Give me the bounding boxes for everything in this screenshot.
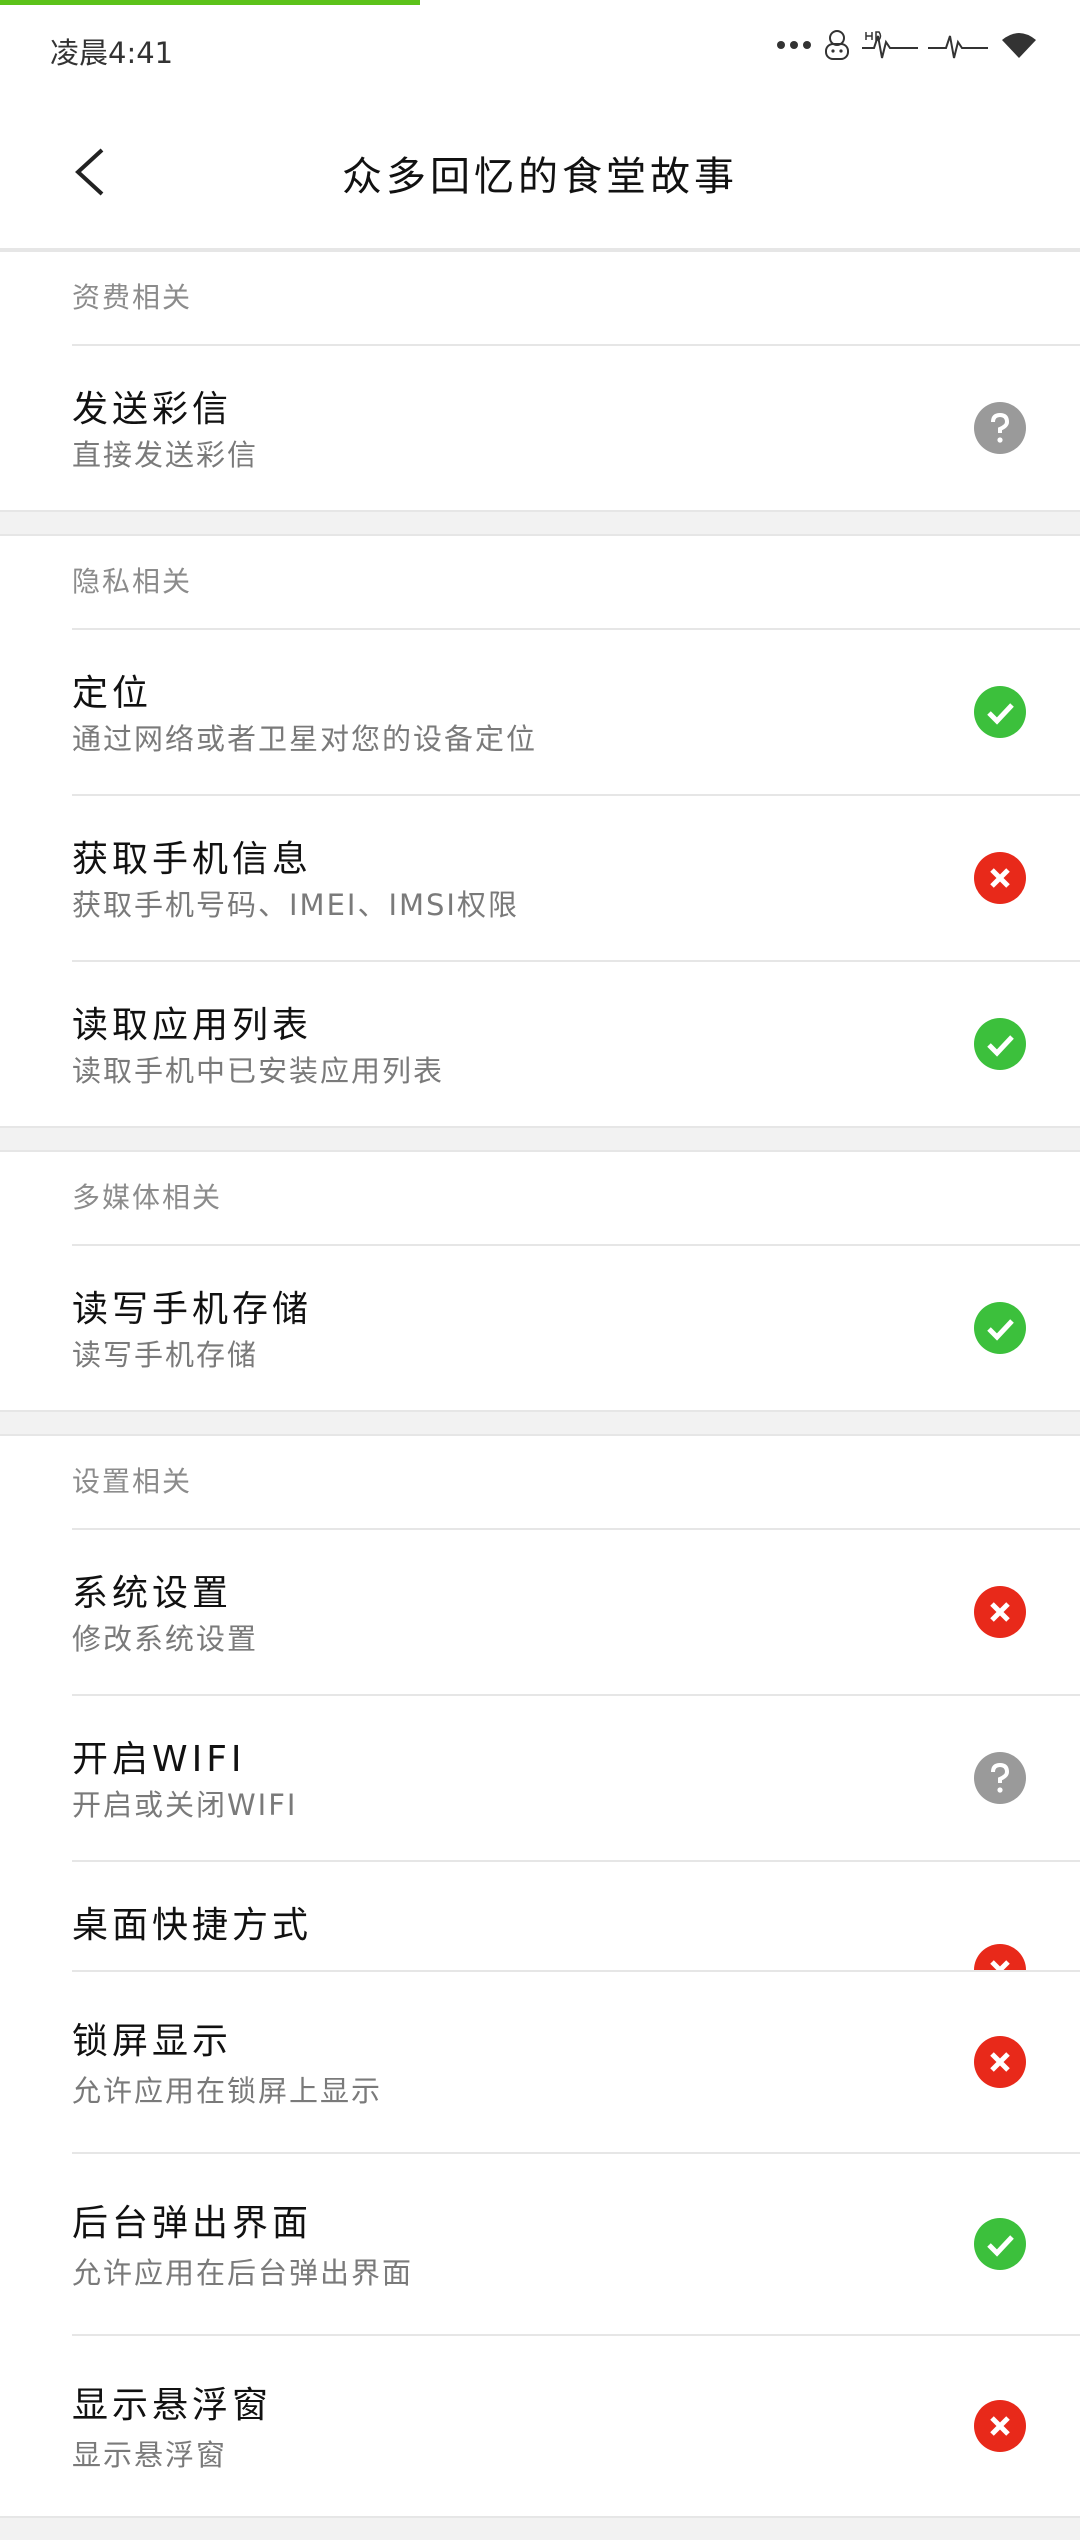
- permission-desc: 显示悬浮窗: [72, 2438, 228, 2472]
- permission-desc: 修改系统设置: [72, 1622, 259, 1656]
- permission-title: 定位: [72, 673, 153, 714]
- x-circle-icon[interactable]: [974, 1586, 1026, 1638]
- status-bar: 凌晨4:41: [0, 0, 1080, 100]
- section-title: 隐私相关: [72, 565, 193, 598]
- permission-item-floating-window[interactable]: 显示悬浮窗 显示悬浮窗: [72, 2334, 1080, 2516]
- signal-strength-icon: [928, 35, 988, 59]
- permission-item-system-settings[interactable]: 系统设置 修改系统设置: [72, 1528, 1080, 1694]
- permission-desc: 读写手机存储: [72, 1338, 259, 1372]
- permission-desc: 获取手机号码、IMEI、IMSI权限: [72, 888, 519, 922]
- permission-title: 桌面快捷方式: [72, 1905, 313, 1946]
- permission-item-location[interactable]: 定位 通过网络或者卫星对您的设备定位: [72, 628, 1080, 794]
- permission-item-app-list[interactable]: 读取应用列表 读取手机中已安装应用列表: [72, 960, 1080, 1126]
- check-circle-icon[interactable]: [974, 686, 1026, 738]
- section-settings: 设置相关 系统设置 修改系统设置 开启WIFI 开启或关闭WIFI 桌面快捷方式…: [0, 1434, 1080, 2518]
- permission-desc: 读取手机中已安装应用列表: [72, 1054, 445, 1088]
- permission-title: 锁屏显示: [72, 2021, 233, 2062]
- permission-desc: 允许应用在后台弹出界面: [72, 2256, 414, 2290]
- permission-desc: 通过网络或者卫星对您的设备定位: [72, 722, 538, 756]
- check-circle-icon[interactable]: [974, 1302, 1026, 1354]
- section-title: 多媒体相关: [72, 1181, 223, 1214]
- status-time: 凌晨4:41: [50, 36, 174, 70]
- x-circle-icon[interactable]: [974, 1944, 1026, 1970]
- loading-progress-bar: [0, 0, 420, 5]
- permission-item-send-mms[interactable]: 发送彩信 直接发送彩信: [72, 344, 1080, 510]
- status-icons: [776, 28, 1040, 62]
- app-header: 众多回忆的食堂故事: [0, 100, 1080, 250]
- permission-item-storage[interactable]: 读写手机存储 读写手机存储: [72, 1244, 1080, 1410]
- section-title: 资费相关: [72, 281, 193, 314]
- permission-item-shortcut[interactable]: 桌面快捷方式: [72, 1860, 1080, 1970]
- section-billing: 资费相关 发送彩信 直接发送彩信: [0, 250, 1080, 512]
- permission-title: 获取手机信息: [72, 839, 313, 880]
- more-dots-icon: [777, 41, 811, 49]
- check-circle-icon[interactable]: [974, 1018, 1026, 1070]
- question-circle-icon[interactable]: [974, 1752, 1026, 1804]
- permission-list: 资费相关 发送彩信 直接发送彩信 隐私相关 定位 通过网络或者卫星对您的设备定位…: [0, 250, 1080, 2518]
- permission-title: 系统设置: [72, 1573, 233, 1614]
- permission-item-background-popup[interactable]: 后台弹出界面 允许应用在后台弹出界面: [72, 2152, 1080, 2334]
- app-notification-icon: [825, 30, 849, 60]
- section-multimedia: 多媒体相关 读写手机存储 读写手机存储: [0, 1150, 1080, 1412]
- x-circle-icon[interactable]: [974, 852, 1026, 904]
- permission-title: 发送彩信: [72, 389, 233, 430]
- x-circle-icon[interactable]: [974, 2036, 1026, 2088]
- check-circle-icon[interactable]: [974, 2218, 1026, 2270]
- page-title: 众多回忆的食堂故事: [342, 154, 738, 200]
- section-title: 设置相关: [72, 1465, 193, 1498]
- permission-item-lockscreen[interactable]: 锁屏显示 允许应用在锁屏上显示: [72, 1970, 1080, 2152]
- hd-signal-icon: [862, 31, 918, 59]
- permission-title: 开启WIFI: [72, 1739, 246, 1780]
- question-circle-icon[interactable]: [974, 402, 1026, 454]
- permission-title: 后台弹出界面: [72, 2203, 313, 2244]
- permission-item-phone-info[interactable]: 获取手机信息 获取手机号码、IMEI、IMSI权限: [72, 794, 1080, 960]
- permission-item-wifi[interactable]: 开启WIFI 开启或关闭WIFI: [72, 1694, 1080, 1860]
- permission-title: 读写手机存储: [72, 1289, 313, 1330]
- permission-desc: 直接发送彩信: [72, 438, 259, 472]
- permission-title: 读取应用列表: [72, 1005, 313, 1046]
- wifi-icon: [1002, 33, 1036, 58]
- permission-desc: 允许应用在锁屏上显示: [72, 2074, 383, 2108]
- x-circle-icon[interactable]: [974, 2400, 1026, 2452]
- section-privacy: 隐私相关 定位 通过网络或者卫星对您的设备定位 获取手机信息 获取手机号码、IM…: [0, 534, 1080, 1128]
- permission-title: 显示悬浮窗: [72, 2385, 273, 2426]
- permission-desc: 开启或关闭WIFI: [72, 1788, 298, 1822]
